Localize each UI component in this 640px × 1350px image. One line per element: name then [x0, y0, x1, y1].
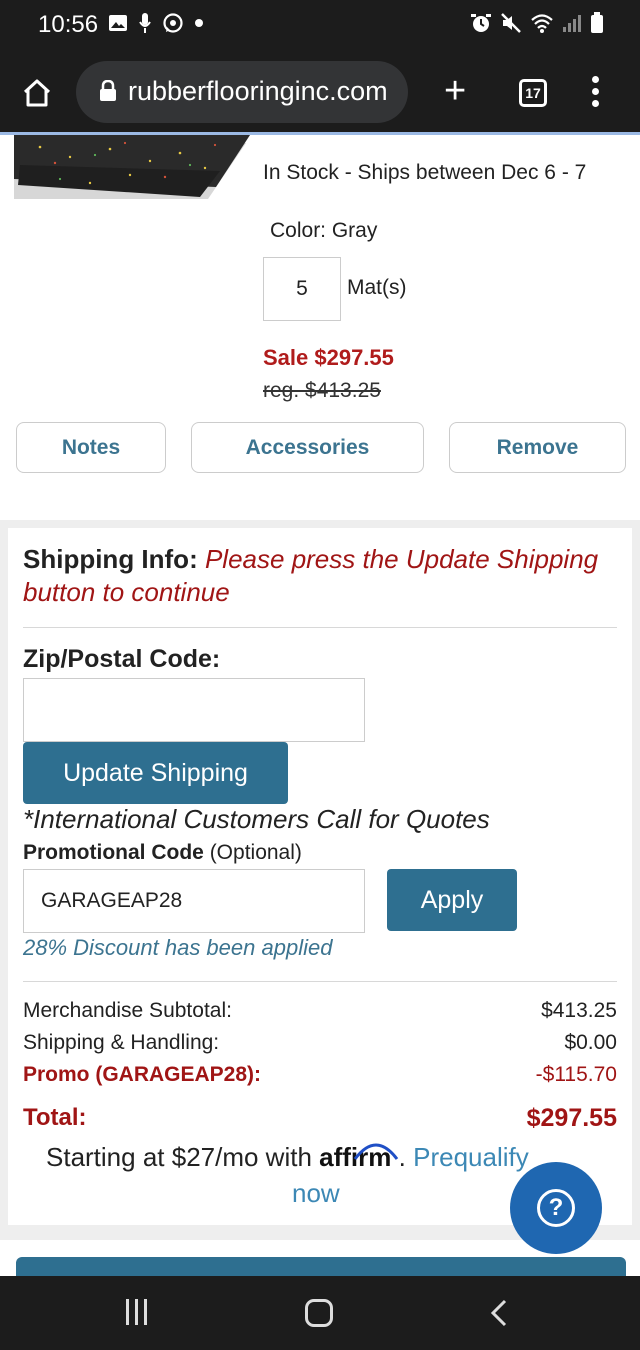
url-text[interactable]: rubberflooringinc.com [128, 76, 388, 107]
signal-icon [563, 15, 581, 32]
international-note: *International Customers Call for Quotes [23, 804, 490, 834]
status-bar: 10:56 [0, 0, 640, 50]
mute-icon [501, 13, 521, 33]
shipping-info-label: Shipping Info: [23, 544, 198, 574]
sale-price: Sale $297.55 [263, 345, 394, 370]
shipping-info: Shipping Info: Please press the Update S… [23, 543, 603, 609]
promo-summary-value: -$115.70 [535, 1063, 617, 1086]
zip-input[interactable] [23, 678, 365, 742]
battery-icon [591, 12, 603, 33]
remove-button[interactable]: Remove [449, 422, 626, 473]
help-button[interactable]: ? [510, 1162, 602, 1254]
promo-label: Promotional Code (Optional) [23, 841, 302, 865]
apply-button[interactable]: Apply [387, 869, 517, 931]
regular-price: reg. $413.25 [263, 379, 381, 402]
promo-row: Promo (GARAGEAP28): -$115.70 [23, 1063, 617, 1093]
promo-optional: (Optional) [209, 841, 302, 864]
product-image [0, 135, 252, 199]
total-value: $297.55 [526, 1104, 617, 1132]
promo-summary-label: Promo (GARAGEAP28): [23, 1063, 262, 1086]
dot-icon [195, 19, 203, 27]
divider [23, 627, 617, 628]
wifi-icon [531, 14, 553, 33]
accessories-button[interactable]: Accessories [191, 422, 424, 473]
total-label: Total: [23, 1104, 87, 1131]
mic-icon [139, 13, 151, 33]
home-nav-icon[interactable] [305, 1299, 333, 1327]
financing-line: Starting at $27/mo with affirm . Prequal… [46, 1142, 529, 1173]
subtotal-value: $413.25 [541, 999, 617, 1022]
recent-apps-icon[interactable] [126, 1299, 152, 1325]
prequalify-link-tail[interactable]: now [292, 1178, 340, 1209]
subtotal-label: Merchandise Subtotal: [23, 999, 232, 1022]
financing-text: Starting at $27/mo with [46, 1142, 312, 1172]
zip-label: Zip/Postal Code: [23, 645, 221, 673]
stock-status: In Stock - Ships between Dec 6 - 7 [263, 161, 587, 184]
shipping-value: $0.00 [564, 1031, 617, 1054]
prequalify-link[interactable]: Prequalify [413, 1142, 529, 1172]
promo-label-text: Promotional Code [23, 841, 204, 864]
discount-message: 28% Discount has been applied [23, 935, 333, 960]
overflow-menu-icon[interactable] [590, 76, 600, 110]
product-color: Color: Gray [270, 219, 378, 242]
whatsapp-icon [163, 13, 183, 33]
gallery-icon [109, 15, 127, 31]
alarm-icon [471, 14, 491, 32]
shipping-label: Shipping & Handling: [23, 1031, 220, 1054]
quantity-unit: Mat(s) [347, 276, 407, 299]
update-shipping-button[interactable]: Update Shipping [23, 742, 288, 804]
browser-toolbar: rubberflooringinc.com + 17 [0, 50, 640, 132]
back-icon[interactable] [488, 1298, 510, 1328]
checkout-button-partial[interactable] [16, 1257, 626, 1277]
status-time: 10:56 [38, 11, 99, 38]
affirm-logo: affirm [319, 1142, 399, 1172]
total-row: Total: $297.55 [23, 1104, 617, 1132]
divider [23, 981, 617, 982]
question-icon: ? [537, 1189, 575, 1227]
promo-code-input[interactable]: GARAGEAP28 [23, 869, 365, 933]
system-nav-bar [0, 1276, 640, 1350]
subtotal-row: Merchandise Subtotal: $413.25 [23, 999, 617, 1029]
home-icon[interactable] [22, 78, 52, 108]
quantity-input[interactable]: 5 [263, 257, 341, 321]
tab-switcher-button[interactable]: 17 [519, 79, 547, 107]
new-tab-icon[interactable]: + [444, 72, 466, 110]
lock-icon [100, 80, 116, 101]
notes-button[interactable]: Notes [16, 422, 166, 473]
shipping-row: Shipping & Handling: $0.00 [23, 1031, 617, 1061]
